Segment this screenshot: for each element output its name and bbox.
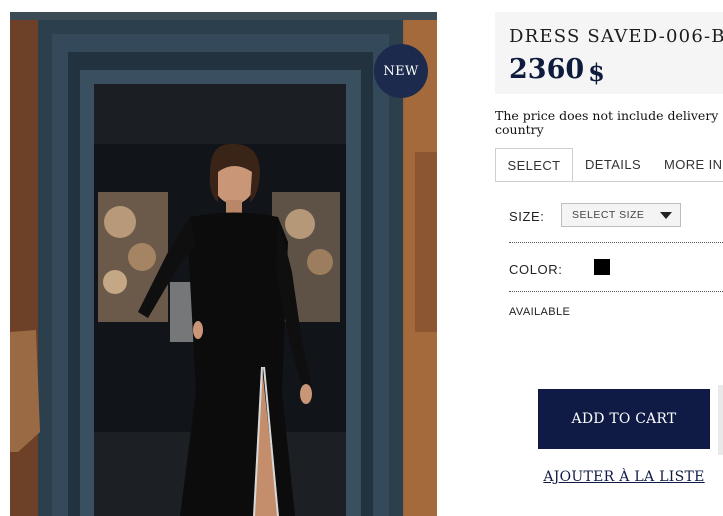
side-panel-edge: [718, 385, 723, 455]
divider: [509, 291, 723, 292]
add-to-cart-button[interactable]: ADD TO CART: [538, 389, 710, 449]
size-label: SIZE:: [509, 209, 545, 224]
price-currency: $: [588, 58, 605, 87]
delivery-note: The price does not include delivery and …: [495, 109, 723, 137]
add-to-wishlist-link[interactable]: AJOUTER À LA LISTE: [538, 469, 710, 485]
size-select[interactable]: SELECT SIZE: [561, 203, 681, 227]
dress-photo-illustration: [10, 12, 437, 516]
chevron-down-icon: [660, 212, 672, 219]
tab-more-info[interactable]: MORE INF: [664, 148, 723, 180]
divider: [509, 242, 723, 243]
tab-details[interactable]: DETAILS: [585, 148, 641, 180]
price-amount: 2360: [509, 54, 585, 85]
delivery-note-line2: country: [495, 122, 544, 137]
product-title: DRESS SAVED-006-BL: [509, 26, 723, 47]
product-photo[interactable]: NEW: [10, 12, 437, 516]
new-badge: NEW: [374, 44, 428, 98]
size-select-value: SELECT SIZE: [572, 209, 645, 221]
tab-select[interactable]: SELECT: [495, 148, 573, 181]
product-tabs: SELECT DETAILS MORE INF: [495, 148, 723, 182]
product-price: 2360 $: [509, 54, 605, 87]
availability-status: AVAILABLE: [509, 306, 571, 318]
color-swatch-black[interactable]: [594, 259, 610, 275]
product-header: DRESS SAVED-006-BL 2360 $: [495, 12, 723, 94]
delivery-note-line1: The price does not include delivery and …: [495, 109, 723, 123]
color-label: COLOR:: [509, 262, 563, 277]
